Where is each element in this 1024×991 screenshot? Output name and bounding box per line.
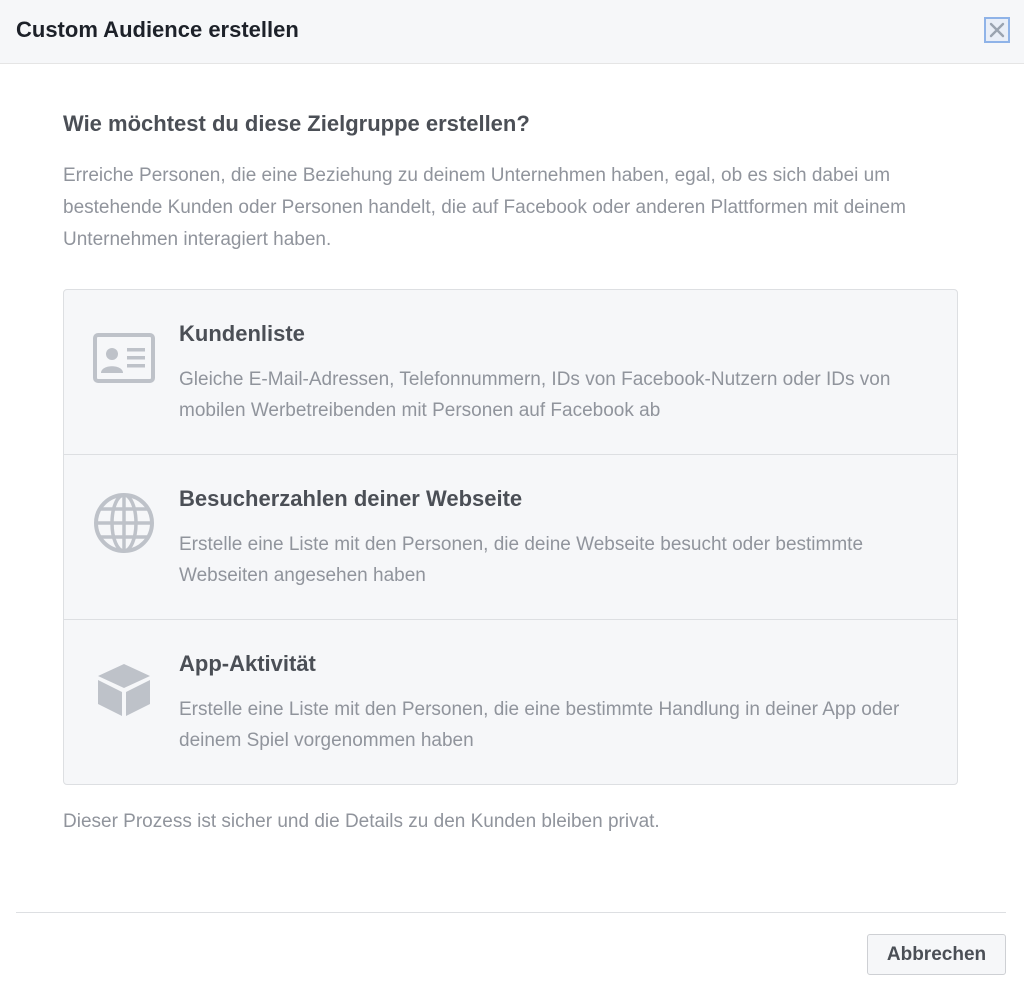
dialog-title: Custom Audience erstellen bbox=[16, 17, 299, 42]
intro-text: Erreiche Personen, die eine Beziehung zu… bbox=[63, 165, 906, 250]
option-description: Gleiche E-Mail-Adressen, Telefonnummern,… bbox=[179, 369, 891, 421]
option-customer-list[interactable]: Kundenliste Gleiche E-Mail-Adressen, Tel… bbox=[64, 290, 957, 454]
close-button[interactable] bbox=[984, 17, 1010, 43]
dialog-content: Wie möchtest du diese Zielgruppe erstell… bbox=[63, 106, 958, 837]
option-website-traffic[interactable]: Besucherzahlen deiner Webseite Erstelle … bbox=[64, 454, 957, 619]
privacy-note: Dieser Prozess ist sicher und die Detail… bbox=[63, 811, 660, 832]
option-app-activity[interactable]: App-Aktivität Erstelle eine Liste mit de… bbox=[64, 619, 957, 784]
cancel-button[interactable]: Abbrechen bbox=[867, 934, 1006, 975]
question-heading: Wie möchtest du diese Zielgruppe erstell… bbox=[63, 111, 530, 136]
close-icon bbox=[989, 22, 1005, 38]
option-description: Erstelle eine Liste mit den Personen, di… bbox=[179, 699, 900, 751]
globe-icon bbox=[94, 493, 154, 553]
contact-card-icon bbox=[93, 333, 155, 383]
cube-icon bbox=[98, 664, 150, 716]
option-description: Erstelle eine Liste mit den Personen, di… bbox=[179, 534, 864, 586]
option-title: Besucherzahlen deiner Webseite bbox=[179, 486, 523, 511]
audience-options-list: Kundenliste Gleiche E-Mail-Adressen, Tel… bbox=[63, 289, 958, 785]
option-title: App-Aktivität bbox=[179, 651, 316, 676]
custom-audience-dialog: Custom Audience erstellen Wie möchtest d… bbox=[0, 0, 1024, 991]
dialog-header: Custom Audience erstellen bbox=[0, 0, 1024, 64]
footer-divider bbox=[16, 912, 1006, 913]
option-title: Kundenliste bbox=[179, 321, 305, 346]
